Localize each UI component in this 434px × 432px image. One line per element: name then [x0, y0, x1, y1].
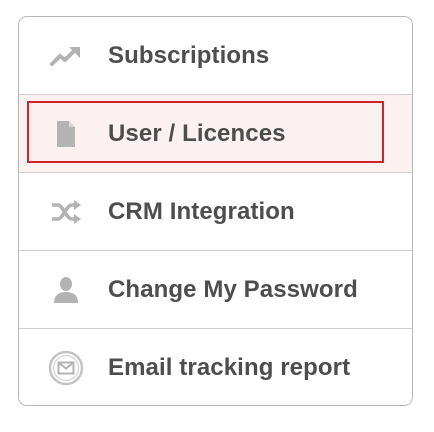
- menu-item-crm-integration[interactable]: CRM Integration: [19, 173, 412, 251]
- menu-item-email-tracking[interactable]: Email tracking report: [19, 329, 412, 405]
- menu-item-label: Email tracking report: [108, 354, 351, 381]
- menu-item-label: Change My Password: [108, 275, 358, 303]
- menu-item-label: Subscriptions: [108, 41, 270, 69]
- trending-up-icon: [47, 37, 85, 75]
- envelope-icon: [47, 349, 85, 387]
- account-menu: Subscriptions User / Licences CRM Integr…: [18, 16, 413, 406]
- shuffle-icon: [47, 193, 85, 231]
- menu-item-label: User / Licences: [108, 119, 286, 147]
- document-icon: [47, 115, 85, 153]
- menu-item-user-licences[interactable]: User / Licences: [19, 95, 412, 173]
- menu-item-label: CRM Integration: [108, 197, 295, 225]
- menu-item-subscriptions[interactable]: Subscriptions: [19, 17, 412, 95]
- menu-item-change-password[interactable]: Change My Password: [19, 251, 412, 329]
- user-icon: [47, 271, 85, 309]
